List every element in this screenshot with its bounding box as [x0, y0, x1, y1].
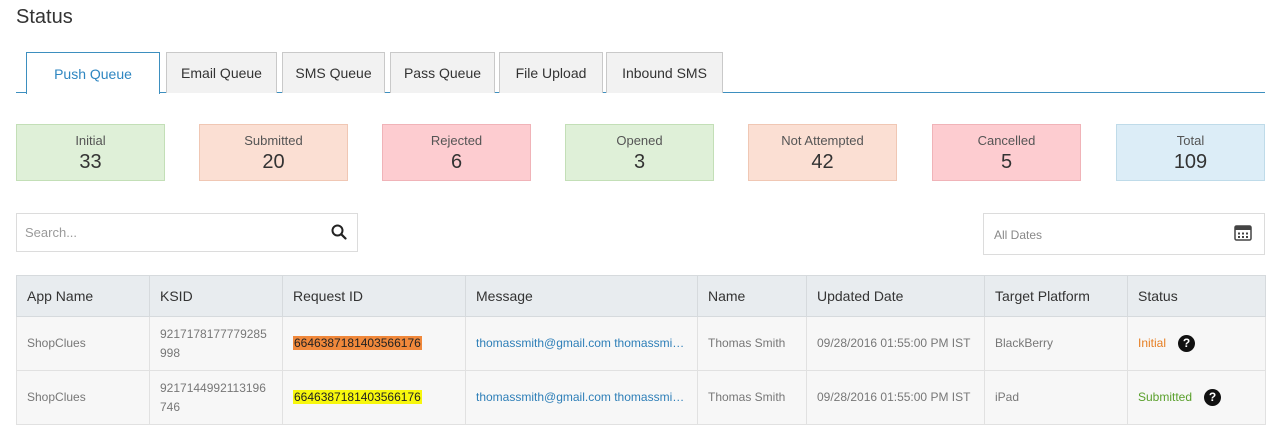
- stat-label: Cancelled: [977, 133, 1036, 148]
- tab-sms-queue[interactable]: SMS Queue: [282, 52, 385, 93]
- table-row[interactable]: ShopClues 9217144992113196746 6646387181…: [16, 370, 1266, 425]
- status-text: Initial: [1138, 336, 1167, 350]
- tab-push-queue[interactable]: Push Queue: [26, 52, 160, 94]
- cell-message: thomassmith@gmail.com thomassmith@gmail.…: [465, 370, 698, 425]
- push-queue-table: App Name KSID Request ID Message Name Up…: [16, 275, 1266, 425]
- stat-value: 33: [79, 151, 102, 173]
- cell-updated-date: 09/28/2016 01:55:00 PM IST: [806, 316, 985, 371]
- stat-label: Total: [1176, 133, 1205, 148]
- cell-ksid: 9217178177779285998: [149, 316, 283, 371]
- table-header-row: App Name KSID Request ID Message Name Up…: [16, 275, 1266, 317]
- cell-updated-date: 09/28/2016 01:55:00 PM IST: [806, 370, 985, 425]
- date-filter[interactable]: All Dates: [983, 213, 1265, 255]
- tab-pass-queue[interactable]: Pass Queue: [390, 52, 495, 93]
- stat-value: 109: [1173, 151, 1208, 173]
- request-id-highlight: 6646387181403566176: [293, 390, 422, 404]
- stat-opened[interactable]: Opened 3: [565, 124, 714, 181]
- help-icon[interactable]: ?: [1178, 335, 1196, 352]
- tab-inbound-sms[interactable]: Inbound SMS: [606, 52, 723, 93]
- stat-value: 6: [450, 151, 463, 173]
- status-text: Submitted: [1138, 390, 1193, 404]
- cell-ksid: 9217144992113196746: [149, 370, 283, 425]
- column-header-updated-date[interactable]: Updated Date: [806, 275, 985, 317]
- stat-value: 5: [1000, 151, 1013, 173]
- request-id-highlight: 6646387181403566176: [293, 336, 422, 350]
- page-title: Status: [16, 6, 73, 28]
- cell-request-id: 6646387181403566176: [282, 370, 466, 425]
- tab-file-upload[interactable]: File Upload: [499, 52, 603, 93]
- table-row[interactable]: ShopClues 9217178177779285998 6646387181…: [16, 316, 1266, 371]
- message-link[interactable]: thomassmith@gmail.com thomassmith@gmail.…: [476, 334, 687, 353]
- column-header-message[interactable]: Message: [465, 275, 698, 317]
- stat-submitted[interactable]: Submitted 20: [199, 124, 348, 181]
- cell-request-id: 6646387181403566176: [282, 316, 466, 371]
- stat-not-attempted[interactable]: Not Attempted 42: [748, 124, 897, 181]
- message-link[interactable]: thomassmith@gmail.com thomassmith@gmail.…: [476, 388, 687, 407]
- cell-target-platform: iPad: [984, 370, 1128, 425]
- stat-label: Submitted: [244, 133, 303, 148]
- stat-initial[interactable]: Initial 33: [16, 124, 165, 181]
- search-input[interactable]: [17, 214, 307, 251]
- column-header-request-id[interactable]: Request ID: [282, 275, 466, 317]
- stat-label: Rejected: [430, 133, 483, 148]
- stat-value: 20: [262, 151, 285, 173]
- calendar-icon[interactable]: [1234, 224, 1252, 241]
- tab-email-queue[interactable]: Email Queue: [166, 52, 277, 93]
- column-header-name[interactable]: Name: [697, 275, 807, 317]
- stat-total[interactable]: Total 109: [1116, 124, 1265, 181]
- column-header-target-platform[interactable]: Target Platform: [984, 275, 1128, 317]
- search-icon[interactable]: [331, 224, 347, 240]
- cell-app-name: ShopClues: [16, 370, 150, 425]
- stat-rejected[interactable]: Rejected 6: [382, 124, 531, 181]
- stat-cancelled[interactable]: Cancelled 5: [932, 124, 1081, 181]
- column-header-ksid[interactable]: KSID: [149, 275, 283, 317]
- queue-tabs: Push Queue Email Queue SMS Queue Pass Qu…: [16, 52, 1265, 94]
- help-icon[interactable]: ?: [1204, 389, 1222, 406]
- cell-app-name: ShopClues: [16, 316, 150, 371]
- cell-name: Thomas Smith: [697, 316, 807, 371]
- stat-value: 42: [811, 151, 834, 173]
- stat-value: 3: [633, 151, 646, 173]
- stat-label: Not Attempted: [781, 133, 864, 148]
- cell-status: Submitted ?: [1127, 370, 1266, 425]
- cell-message: thomassmith@gmail.com thomassmith@gmail.…: [465, 316, 698, 371]
- date-filter-value: All Dates: [994, 228, 1043, 242]
- column-header-status[interactable]: Status: [1127, 275, 1266, 317]
- cell-status: Initial ?: [1127, 316, 1266, 371]
- search-box: [16, 213, 358, 252]
- stat-label: Initial: [75, 133, 106, 148]
- column-header-app-name[interactable]: App Name: [16, 275, 150, 317]
- stat-label: Opened: [616, 133, 663, 148]
- cell-target-platform: BlackBerry: [984, 316, 1128, 371]
- cell-name: Thomas Smith: [697, 370, 807, 425]
